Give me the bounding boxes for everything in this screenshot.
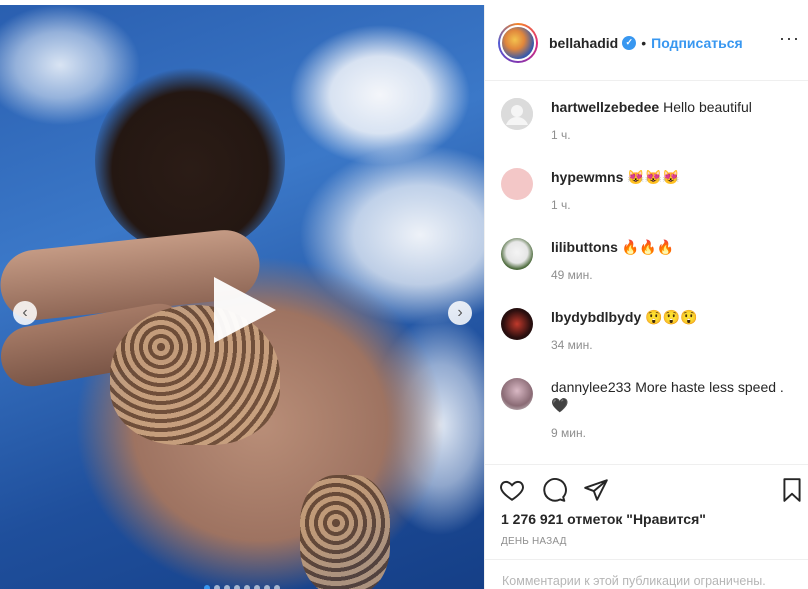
avatar[interactable] (501, 378, 533, 410)
comments-restricted-notice: Комментарии к этой публикации ограничены… (485, 559, 808, 589)
default-avatar-icon (501, 98, 533, 130)
carousel-dot (274, 585, 280, 589)
follow-button[interactable]: Подписаться (651, 35, 743, 51)
comment-text: 😲😲😲 (645, 309, 698, 325)
comment-time[interactable]: 49 мин. (551, 268, 801, 282)
comment: hartwellzebedee Hello beautiful 1 ч. (501, 98, 801, 142)
carousel-dot (214, 585, 220, 589)
comment: hypewmns 😻😻😻 1 ч. (501, 168, 801, 212)
comment-time[interactable]: 1 ч. (551, 198, 801, 212)
comment-time[interactable]: 1 ч. (551, 128, 801, 142)
comment-username[interactable]: lilibuttons (551, 239, 618, 255)
share-icon[interactable] (583, 477, 609, 503)
play-icon[interactable] (214, 277, 276, 343)
comment: lilibuttons 🔥🔥🔥 49 мин. (501, 238, 801, 282)
post-actions: 1 276 921 отметок "Нравится" ДЕНЬ НАЗАД … (485, 464, 808, 589)
more-options-icon[interactable]: ··· (779, 29, 800, 47)
carousel-dot (264, 585, 270, 589)
comment-text: 🔥🔥🔥 (621, 239, 675, 255)
comment-time[interactable]: 34 мин. (551, 338, 801, 352)
comment-username[interactable]: hypewmns (551, 169, 623, 185)
post-media[interactable]: ‹ › (0, 5, 484, 589)
photo-bikini-bottom (300, 475, 390, 589)
carousel-dots (204, 585, 280, 589)
avatar[interactable] (501, 238, 533, 270)
bookmark-icon[interactable] (779, 477, 805, 503)
chevron-right-icon[interactable]: › (448, 301, 472, 325)
comment-username[interactable]: dannylee233 (551, 379, 631, 395)
carousel-dot (254, 585, 260, 589)
chevron-left-glyph: ‹ (22, 304, 28, 321)
comment: dannylee233 More haste less speed . 🖤 9 м… (501, 378, 801, 440)
carousel-dot (204, 585, 210, 589)
carousel-dot (234, 585, 240, 589)
comment-text: 😻😻😻 (627, 169, 680, 185)
post-header: bellahadid ✓ • Подписаться ··· (485, 5, 808, 81)
chevron-left-icon[interactable]: ‹ (13, 301, 37, 325)
avatar[interactable] (501, 98, 533, 130)
comments-list[interactable]: hartwellzebedee Hello beautiful 1 ч. hype… (485, 82, 808, 464)
avatar-image (500, 24, 536, 61)
verified-badge-icon: ✓ (622, 35, 637, 50)
carousel-dot (224, 585, 230, 589)
likes-count[interactable]: 1 276 921 отметок "Нравится" (501, 511, 706, 527)
post-side-panel: bellahadid ✓ • Подписаться ··· hartwellz… (484, 5, 808, 589)
comment-username[interactable]: hartwellzebedee (551, 99, 659, 115)
separator: • (641, 34, 647, 51)
chevron-right-glyph: › (457, 304, 463, 321)
post-username[interactable]: bellahadid (549, 35, 618, 51)
avatar[interactable] (501, 168, 533, 200)
comment: lbydybdlbydy 😲😲😲 34 мин. (501, 308, 801, 352)
comment-text: Hello beautiful (663, 99, 752, 115)
comment-time[interactable]: 9 мин. (551, 426, 801, 440)
avatar[interactable] (501, 308, 533, 340)
carousel-dot (244, 585, 250, 589)
heart-icon[interactable] (499, 477, 525, 503)
comment-icon[interactable] (541, 477, 567, 503)
comment-username[interactable]: lbydybdlbydy (551, 309, 641, 325)
avatar[interactable] (498, 22, 538, 63)
post-date[interactable]: ДЕНЬ НАЗАД (501, 536, 567, 547)
